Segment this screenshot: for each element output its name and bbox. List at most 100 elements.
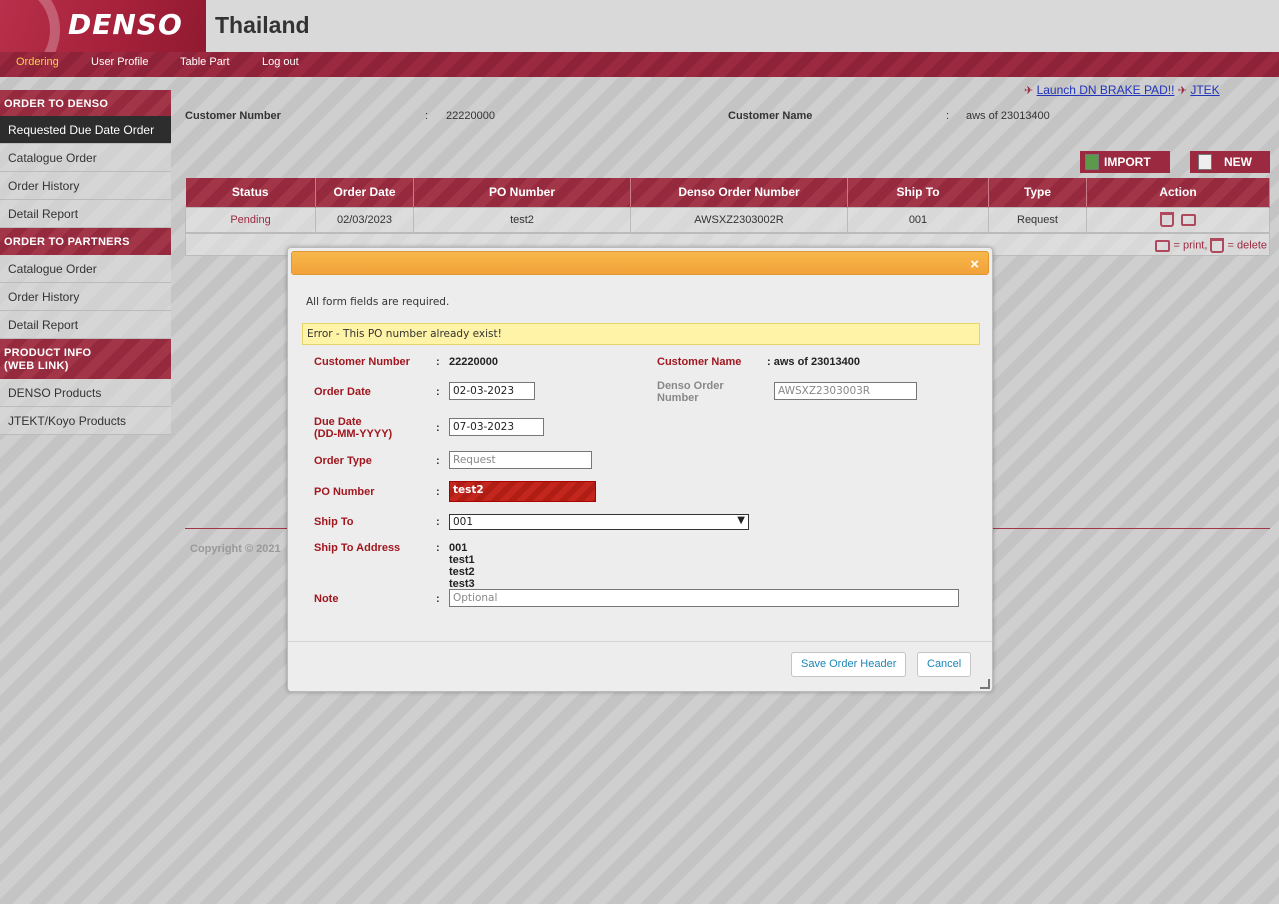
customer-name-value: aws of 23013400 — [966, 110, 1050, 122]
product-info-title: PRODUCT INFO — [4, 347, 92, 359]
due-date-label-line1: Due Date — [314, 416, 362, 428]
save-order-header-button[interactable]: Save Order Header — [791, 652, 907, 677]
customer-number-value: 22220000 — [449, 356, 498, 368]
customer-name-label: Customer Name — [728, 110, 813, 122]
ship-to-address: 001 test1 test2 test3 — [449, 542, 475, 590]
star-icon: ✈ — [1024, 85, 1034, 97]
colon: : — [946, 110, 950, 122]
po-number-label: PO Number — [314, 486, 375, 498]
print-icon — [1155, 239, 1171, 252]
cell-denso-order-number: AWSXZ2303002R — [630, 206, 848, 233]
colon: : — [425, 110, 429, 122]
legend-print: = print, — [1173, 239, 1208, 252]
colon: : — [436, 542, 440, 554]
address-line: 001 — [449, 542, 468, 554]
po-number-input[interactable]: test2 — [449, 481, 596, 502]
dialog-divider — [288, 641, 992, 642]
product-info-subtitle: (WEB LINK) — [4, 360, 69, 372]
logo-text: DENSO — [68, 8, 183, 41]
orders-table: Status Order Date PO Number Denso Order … — [185, 178, 1270, 233]
cell-status: Pending — [185, 206, 316, 233]
ship-to-label: Ship To — [314, 516, 354, 528]
sidebar-item-denso-products[interactable]: DENSO Products — [0, 379, 171, 407]
colon: : — [436, 455, 440, 467]
colon: : — [436, 356, 440, 368]
cell-action — [1086, 206, 1270, 233]
denso-order-number-label: Denso Order Number — [657, 380, 724, 404]
denso-order-label-line2: Number — [657, 392, 699, 404]
address-line: test2 — [449, 566, 475, 578]
close-icon[interactable]: × — [970, 256, 979, 273]
table-header-row: Status Order Date PO Number Denso Order … — [185, 178, 1270, 207]
new-button-label: NEW — [1224, 155, 1252, 169]
legend-text: = print, = delete — [1151, 238, 1267, 253]
sidebar: ORDER TO DENSO Requested Due Date Order … — [0, 77, 171, 437]
note-label: Note — [314, 593, 339, 605]
col-ship-to[interactable]: Ship To — [847, 178, 989, 207]
sidebar-item-detail-report[interactable]: Detail Report — [0, 200, 171, 228]
sidebar-item-requested-due-date-order[interactable]: Requested Due Date Order — [0, 116, 171, 144]
sidebar-item-partner-order-history[interactable]: Order History — [0, 283, 171, 311]
star-icon: ✈ — [1177, 85, 1187, 97]
ship-to-selected: 001 — [453, 516, 474, 528]
denso-order-label-line1: Denso Order — [657, 380, 724, 392]
col-action: Action — [1086, 178, 1270, 207]
sidebar-item-partner-detail-report[interactable]: Detail Report — [0, 311, 171, 339]
cell-order-date: 02/03/2023 — [315, 206, 414, 233]
nav-ordering[interactable]: Ordering — [16, 56, 59, 68]
colon: : — [436, 422, 440, 434]
sidebar-section-product-info: PRODUCT INFO (WEB LINK) — [0, 339, 171, 379]
col-po-number[interactable]: PO Number — [413, 178, 631, 207]
nav-log-out[interactable]: Log out — [262, 56, 299, 68]
denso-logo: DENSO — [0, 0, 206, 52]
new-button[interactable]: NEW — [1190, 151, 1270, 173]
print-icon[interactable] — [1181, 213, 1197, 226]
col-status[interactable]: Status — [185, 178, 316, 207]
col-order-date[interactable]: Order Date — [315, 178, 414, 207]
jtek-link[interactable]: JTEK — [1190, 83, 1219, 97]
col-denso-order-number[interactable]: Denso Order Number — [630, 178, 848, 207]
top-links: ✈ Launch DN BRAKE PAD!! ✈ JTEK — [1024, 83, 1220, 97]
sidebar-item-partner-catalogue-order[interactable]: Catalogue Order — [0, 255, 171, 283]
colon: : — [436, 386, 440, 398]
nav-table-part[interactable]: Table Part — [180, 56, 230, 68]
sidebar-section-order-to-denso: ORDER TO DENSO — [0, 90, 171, 116]
sidebar-item-jtekt-koyo-products[interactable]: JTEKT/Koyo Products — [0, 407, 171, 435]
denso-order-number-input[interactable]: AWSXZ2303003R — [774, 382, 917, 400]
order-type-input[interactable]: Request — [449, 451, 592, 469]
order-date-input[interactable]: 02-03-2023 — [449, 382, 535, 400]
top-navbar: Ordering User Profile Table Part Log out — [0, 52, 1279, 77]
order-date-label: Order Date — [314, 386, 371, 398]
import-button[interactable]: IMPORT — [1080, 151, 1170, 173]
excel-icon — [1085, 154, 1099, 170]
sidebar-item-catalogue-order[interactable]: Catalogue Order — [0, 144, 171, 172]
dialog-titlebar[interactable]: × — [291, 251, 989, 275]
due-date-label: Due Date (DD-MM-YYYY) — [314, 416, 392, 440]
customer-name-label: Customer Name — [657, 356, 742, 368]
delete-icon[interactable] — [1159, 212, 1174, 227]
colon: : — [436, 486, 440, 498]
document-icon — [1198, 154, 1212, 170]
nav-user-profile[interactable]: User Profile — [91, 56, 148, 68]
customer-number-label: Customer Number — [314, 356, 410, 368]
colon: : — [436, 516, 440, 528]
sidebar-item-order-history[interactable]: Order History — [0, 172, 171, 200]
resize-handle-icon[interactable] — [980, 679, 990, 689]
table-row[interactable]: Pending 02/03/2023 test2 AWSXZ2303002R 0… — [185, 206, 1270, 233]
chevron-down-icon: ▼ — [737, 515, 745, 526]
customer-number-label: Customer Number — [185, 110, 281, 122]
cell-ship-to: 001 — [847, 206, 989, 233]
delete-icon — [1210, 238, 1225, 253]
required-note: All form fields are required. — [306, 296, 450, 308]
note-input[interactable]: Optional — [449, 589, 959, 607]
import-button-label: IMPORT — [1104, 155, 1151, 169]
col-type[interactable]: Type — [988, 178, 1087, 207]
ship-to-select[interactable]: 001 ▼ — [449, 514, 749, 530]
customer-name-value: : aws of 23013400 — [767, 356, 860, 368]
brake-pad-link[interactable]: Launch DN BRAKE PAD!! — [1037, 83, 1175, 97]
error-message: Error - This PO number already exist! — [302, 323, 980, 345]
customer-number-value: 22220000 — [446, 110, 495, 122]
cancel-button[interactable]: Cancel — [917, 652, 972, 677]
due-date-input[interactable]: 07-03-2023 — [449, 418, 544, 436]
cell-type: Request — [988, 206, 1087, 233]
